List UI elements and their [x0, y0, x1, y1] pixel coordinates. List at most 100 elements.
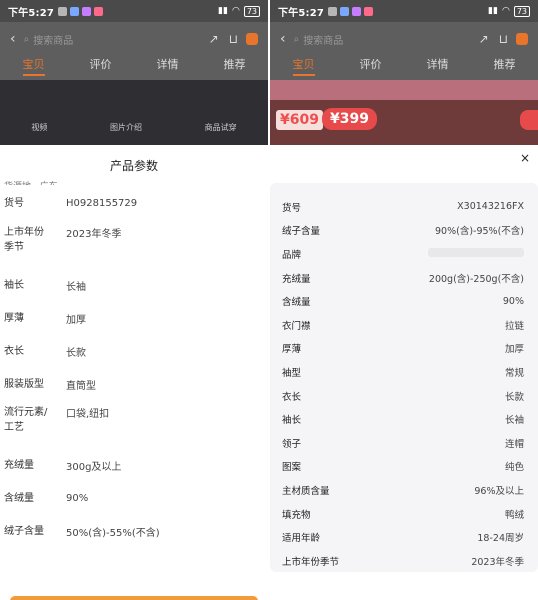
param-value: X30143216FX: [457, 201, 524, 213]
status-time: 下午5:27: [8, 7, 55, 19]
param-row: 含绒量 90%: [0, 482, 268, 515]
param-row: 含绒量 90%: [282, 289, 524, 313]
banner-top: [270, 80, 538, 100]
param-row: 绒子含量 50%(含)-55%(不含): [0, 515, 268, 548]
tab-reviews[interactable]: 评价: [360, 56, 382, 76]
param-row: 上市年份季节 2023年冬季: [0, 221, 268, 269]
param-label: 适用年龄: [282, 533, 321, 545]
image-tab-video[interactable]: 视频: [31, 122, 47, 133]
back-arrow-icon[interactable]: ‹: [10, 31, 16, 47]
right-screenshot: ¥609 ¥399 下午5:27 ▮▮ ◠ 73 ‹ ⌕ 搜索商品 ↗ ⊔ 宝贝…: [270, 0, 538, 600]
share-icon[interactable]: ↗: [479, 32, 489, 46]
status-bar: 下午5:27 ▮▮ ◠ 73: [270, 0, 538, 22]
left-screenshot: 下午5:27 ▮▮ ◠ 73 ‹ ⌕ 搜索商品 ↗ ⊔ 宝贝 评价 详情 推荐 …: [0, 0, 268, 600]
param-label: 上市年份季节: [4, 227, 44, 253]
param-label: 领子: [282, 438, 302, 450]
param-label: 流行元素/工艺: [4, 407, 48, 433]
share-icon[interactable]: ↗: [209, 32, 219, 46]
param-value: 口袋,纽扣: [66, 409, 110, 420]
cart-icon[interactable]: ⊔: [499, 32, 508, 46]
param-row: 上市年份季节 2023年冬季: [282, 549, 524, 573]
param-value: 18-24周岁: [477, 533, 524, 545]
param-label: 含绒量: [4, 493, 34, 504]
cart-icon[interactable]: ⊔: [229, 32, 238, 46]
param-row: 袖长 长袖: [282, 407, 524, 431]
param-row: 厚薄 加厚: [282, 337, 524, 361]
param-value: 长款: [504, 391, 524, 403]
param-row: 图案 纯色: [282, 455, 524, 479]
param-value: 90%: [66, 493, 89, 504]
product-tabs: 宝贝 评价 详情 推荐: [270, 56, 538, 76]
original-price: ¥609: [276, 110, 323, 130]
tab-recommend[interactable]: 推荐: [224, 56, 246, 76]
tab-baobei[interactable]: 宝贝: [22, 56, 45, 76]
param-row: 流行元素/工艺 口袋,纽扣: [0, 401, 268, 449]
param-label: 衣长: [282, 391, 302, 403]
search-placeholder: 搜索商品: [33, 35, 74, 47]
tab-recommend[interactable]: 推荐: [494, 56, 516, 76]
param-label: 袖长: [4, 280, 24, 291]
param-value: 加厚: [66, 315, 86, 326]
search-placeholder: 搜索商品: [303, 35, 344, 47]
params-list: 货号 X30143216FX 绒子含量 90%(含)-95%(不含) 品牌 充绒量 200g…: [270, 183, 538, 573]
param-row: 衣长 长款: [0, 335, 268, 368]
param-label: 上市年份季节: [282, 556, 340, 568]
search-box[interactable]: ⌕ 搜索商品: [24, 29, 199, 49]
tab-baobei[interactable]: 宝贝: [292, 56, 315, 76]
param-value: [428, 247, 524, 260]
param-value: 90%(含)-95%(不含): [435, 226, 524, 238]
param-label: 货号: [282, 202, 302, 214]
tab-reviews[interactable]: 评价: [90, 56, 112, 76]
status-time: 下午5:27: [278, 7, 325, 19]
system-icons: ▮▮ ◠ 73: [218, 5, 260, 17]
status-bar: 下午5:27 ▮▮ ◠ 73: [0, 0, 268, 22]
param-row: 适用年龄 18-24周岁: [282, 525, 524, 549]
param-value: 纯色: [504, 462, 524, 474]
param-value: 鸭绒: [504, 509, 524, 521]
tab-details[interactable]: 详情: [427, 56, 449, 76]
notification-icons: [58, 6, 104, 16]
tab-details[interactable]: 详情: [157, 56, 179, 76]
param-label: 绒子含量: [4, 526, 44, 537]
param-row: 填充物 鸭绒: [282, 502, 524, 526]
param-value: 96%及以上: [474, 485, 524, 497]
params-card: 货号 X30143216FX 绒子含量 90%(含)-95%(不含) 品牌 充绒量 200g…: [270, 183, 538, 572]
param-row: 绒子含量 90%(含)-95%(不含): [282, 219, 524, 243]
param-label: 品牌: [282, 249, 302, 261]
params-sheet: 产品参数 货源地 · 广东 货号 H0928155729 上市年份季节 2023…: [0, 145, 268, 600]
param-label: 服装版型: [4, 379, 44, 390]
sheet-title: 产品参数: [109, 159, 158, 173]
confirm-button[interactable]: [10, 596, 258, 600]
param-row: 领子 连帽: [282, 431, 524, 455]
more-icon[interactable]: [516, 33, 528, 45]
price-banner: ¥609 ¥399: [270, 80, 538, 145]
param-row: 袖长 长袖: [0, 269, 268, 302]
signal-icon: ▮▮: [488, 6, 498, 16]
param-row: 货号 H0928155729: [0, 185, 268, 221]
image-tab-pictures[interactable]: 图片介绍: [110, 122, 142, 133]
param-row: 品牌: [282, 242, 524, 266]
param-row: 袖型 常规: [282, 360, 524, 384]
top-nav-bar: ‹ ⌕ 搜索商品 ↗ ⊔: [0, 26, 268, 52]
param-label: 充绒量: [282, 273, 311, 285]
param-value: 长袖: [66, 282, 86, 293]
param-value: 300g及以上: [66, 462, 122, 473]
promo-price: ¥399: [322, 108, 377, 130]
image-tab-tryon[interactable]: 商品试穿: [205, 122, 237, 133]
param-value: 长款: [66, 348, 86, 359]
wifi-icon: ◠: [501, 6, 510, 16]
close-icon[interactable]: ×: [520, 151, 530, 165]
param-row: 主材质含量 96%及以上: [282, 478, 524, 502]
param-label: 厚薄: [282, 344, 302, 356]
param-label: 厚薄: [4, 313, 24, 324]
params-list: 货源地 · 广东 货号 H0928155729 上市年份季节 2023年冬季 袖…: [0, 179, 268, 548]
param-label: 图案: [282, 462, 302, 474]
redacted-value: [428, 247, 524, 257]
search-box[interactable]: ⌕ 搜索商品: [294, 29, 469, 49]
param-row: 充绒量 300g及以上: [0, 449, 268, 482]
more-icon[interactable]: [246, 33, 258, 45]
param-label: 绒子含量: [282, 226, 321, 238]
param-value: 直筒型: [66, 381, 96, 392]
param-label: 充绒量: [4, 460, 34, 471]
back-arrow-icon[interactable]: ‹: [280, 31, 286, 47]
